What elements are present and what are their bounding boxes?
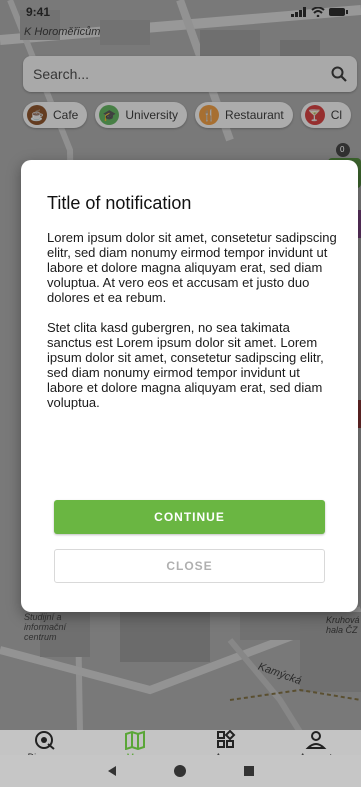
continue-button[interactable]: CONTINUE (54, 500, 325, 534)
account-icon (305, 731, 327, 749)
dialog-paragraph-2: Stet clita kasd gubergren, no sea takima… (47, 320, 324, 410)
home-icon[interactable] (173, 765, 186, 777)
dialog-paragraph-1: Lorem ipsum dolor sit amet, consetetur s… (47, 230, 337, 305)
discover-icon (35, 731, 55, 750)
apps-icon (216, 730, 236, 748)
map-icon (125, 730, 146, 750)
close-button[interactable]: CLOSE (54, 549, 325, 583)
back-icon[interactable] (107, 766, 116, 776)
dialog-title: Title of notification (47, 193, 192, 213)
recents-icon[interactable] (243, 766, 254, 776)
notification-dialog: Title of notification Lorem ipsum dolor … (21, 160, 358, 612)
dialog-body: Lorem ipsum dolor sit amet, consetetur s… (47, 230, 337, 410)
system-navigation-bar (0, 755, 361, 787)
